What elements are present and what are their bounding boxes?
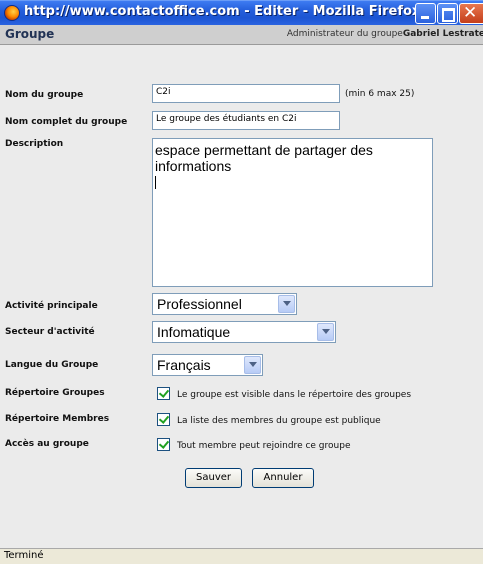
maximize-button[interactable] [437, 3, 458, 24]
admin-prefix: Administrateur du groupe [286, 29, 403, 39]
page-content: Groupe Administrateur du groupeGabriel L… [0, 25, 483, 548]
group-directory-label: Répertoire Groupes [5, 388, 105, 398]
description-textarea[interactable]: espace permettant de partager des inform… [152, 138, 433, 287]
close-button[interactable]: ✕ [459, 3, 483, 24]
sector-label: Secteur d'activité [5, 327, 95, 337]
close-icon: ✕ [463, 3, 478, 23]
window-titlebar: http://www.contactoffice.com - Editer - … [0, 0, 483, 25]
text-caret [155, 176, 156, 189]
access-label: Accès au groupe [5, 439, 89, 449]
description-label: Description [5, 139, 64, 149]
status-text: Terminé [4, 550, 44, 561]
cancel-button[interactable]: Annuler [252, 468, 314, 488]
group-name-input[interactable]: C2i [152, 84, 340, 103]
main-activity-value: Professionnel [157, 296, 242, 312]
status-bar: Terminé [0, 548, 483, 564]
admin-info: Administrateur du groupeGabriel Lestrate [287, 29, 483, 39]
sector-value: Infomatique [157, 324, 231, 340]
chevron-down-icon[interactable] [244, 356, 261, 374]
language-select[interactable]: Français [152, 354, 263, 376]
member-directory-text: La liste des membres du groupe est publi… [177, 416, 381, 426]
minimize-button[interactable] [415, 3, 436, 24]
chevron-down-icon[interactable] [317, 323, 334, 341]
save-button[interactable]: Sauver [185, 468, 242, 488]
language-label: Langue du Groupe [5, 360, 99, 370]
main-activity-label: Activité principale [5, 301, 98, 311]
access-text: Tout membre peut rejoindre ce groupe [177, 441, 351, 451]
group-name-hint: (min 6 max 25) [345, 89, 415, 99]
group-name-label: Nom du groupe [5, 90, 84, 100]
access-checkbox[interactable] [157, 438, 170, 451]
window-title: http://www.contactoffice.com - Editer - … [24, 4, 421, 19]
page-title: Groupe [5, 27, 55, 41]
description-text: espace permettant de partager des inform… [155, 142, 373, 174]
member-directory-checkbox[interactable] [157, 413, 170, 426]
sector-select[interactable]: Infomatique [152, 321, 336, 343]
group-directory-text: Le groupe est visible dans le répertoire… [177, 390, 412, 400]
full-name-label: Nom complet du groupe [5, 117, 128, 127]
member-directory-label: Répertoire Membres [5, 414, 110, 424]
admin-name: Gabriel Lestrate [402, 29, 483, 39]
chevron-down-icon[interactable] [278, 295, 295, 313]
group-header: Groupe Administrateur du groupeGabriel L… [0, 25, 483, 45]
firefox-icon [4, 5, 20, 21]
full-name-input[interactable]: Le groupe des étudiants en C2i [152, 111, 340, 130]
group-directory-checkbox[interactable] [157, 387, 170, 400]
main-activity-select[interactable]: Professionnel [152, 293, 297, 315]
language-value: Français [157, 357, 211, 373]
